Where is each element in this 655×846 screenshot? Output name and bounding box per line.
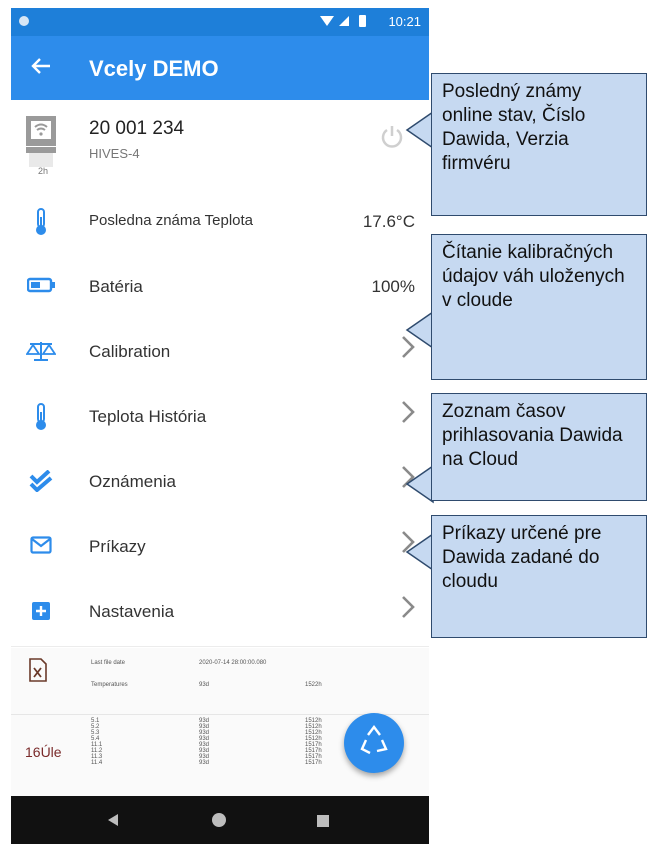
callout-commands: Príkazy určené pre Dawida zadané do clou…	[431, 515, 647, 638]
callout-notifications: Zoznam časov prihlasovania Dawida na Clo…	[431, 393, 647, 501]
back-arrow-icon[interactable]	[25, 50, 57, 84]
android-nav-bar	[11, 796, 429, 844]
power-icon[interactable]	[377, 122, 407, 152]
status-icons	[319, 14, 371, 31]
commands-row[interactable]: Príkazy	[11, 515, 429, 581]
battery-value: 100%	[371, 277, 415, 296]
log-val-last-file-date: 2020-07-14 28:00:00.080	[199, 660, 267, 666]
log-val-hours: 1522h	[305, 682, 322, 688]
temperature-row: Posledna známa Teplota 17.6°C	[11, 190, 429, 256]
firmware-version: HIVES-4	[89, 146, 140, 161]
notifications-label: Oznámenia	[89, 472, 176, 491]
battery-row: Batéria 100%	[11, 255, 429, 321]
temperature-value: 17.6°C	[362, 212, 415, 231]
thermometer-icon	[23, 403, 59, 436]
double-check-icon	[23, 469, 59, 497]
log-val-days: 93d	[199, 682, 210, 688]
battery-icon	[23, 277, 59, 298]
log-key-temperatures: Temperatures	[91, 682, 128, 688]
plus-box-icon	[23, 602, 59, 625]
calibration-row[interactable]: Calibration	[11, 320, 429, 386]
log-column-ids: 5.1 5.2 5.3 5.4 11.1 11.2 11.3 11.4	[91, 718, 103, 766]
log-key-last-file-date: Last file date	[91, 660, 126, 666]
battery-label: Batéria	[89, 277, 143, 296]
notification-dot-icon	[19, 16, 29, 26]
temperature-label: Posledna známa Teplota	[89, 212, 254, 229]
last-seen-label: 2h	[38, 166, 49, 176]
scale-icon	[23, 340, 59, 367]
status-bar: 10:21	[11, 8, 429, 36]
hives-count-label: 16Úle	[25, 744, 62, 760]
chevron-right-icon	[401, 399, 415, 432]
refresh-fab-button[interactable]	[344, 713, 404, 773]
device-info-row: 2h 20 001 234 HIVES-4	[11, 100, 429, 191]
calibration-label: Calibration	[89, 342, 171, 361]
temperature-history-label: Teplota História	[89, 407, 207, 426]
commands-label: Príkazy	[89, 537, 146, 556]
log-column-hours: 1512h 1512h 1512h 1512h 1517h 1517h 1517…	[305, 718, 322, 766]
envelope-icon	[23, 536, 59, 559]
app-title: Vcely DEMO	[89, 56, 219, 81]
wifi-signal-battery-icon	[320, 15, 366, 27]
temperature-history-row[interactable]: Teplota História	[11, 385, 429, 451]
status-time: 10:21	[388, 14, 421, 29]
thermometer-icon	[23, 208, 59, 241]
nav-recents-icon[interactable]	[317, 814, 329, 832]
excel-file-icon[interactable]	[29, 658, 47, 687]
nav-home-icon[interactable]	[211, 812, 227, 833]
notifications-row[interactable]: Oznámenia	[11, 450, 429, 516]
phone-screen: 10:21 Vcely DEMO 2h 20 001 234 HIVES-4 P…	[11, 8, 429, 844]
recycle-icon	[360, 725, 388, 755]
device-number: 20 001 234	[89, 118, 185, 139]
settings-row[interactable]: Nastavenia	[11, 580, 429, 647]
callout-calibration: Čítanie kalibračných údajov váh uloženyc…	[431, 234, 647, 380]
app-bar: Vcely DEMO	[11, 36, 429, 100]
chevron-right-icon	[401, 594, 415, 627]
log-column-days: 93d 93d 93d 93d 93d 93d 93d 93d	[199, 718, 210, 766]
nav-back-icon[interactable]	[107, 813, 119, 832]
settings-label: Nastavenia	[89, 602, 175, 621]
callout-device-info: Posledný známy online stav, Číslo Dawida…	[431, 73, 647, 216]
